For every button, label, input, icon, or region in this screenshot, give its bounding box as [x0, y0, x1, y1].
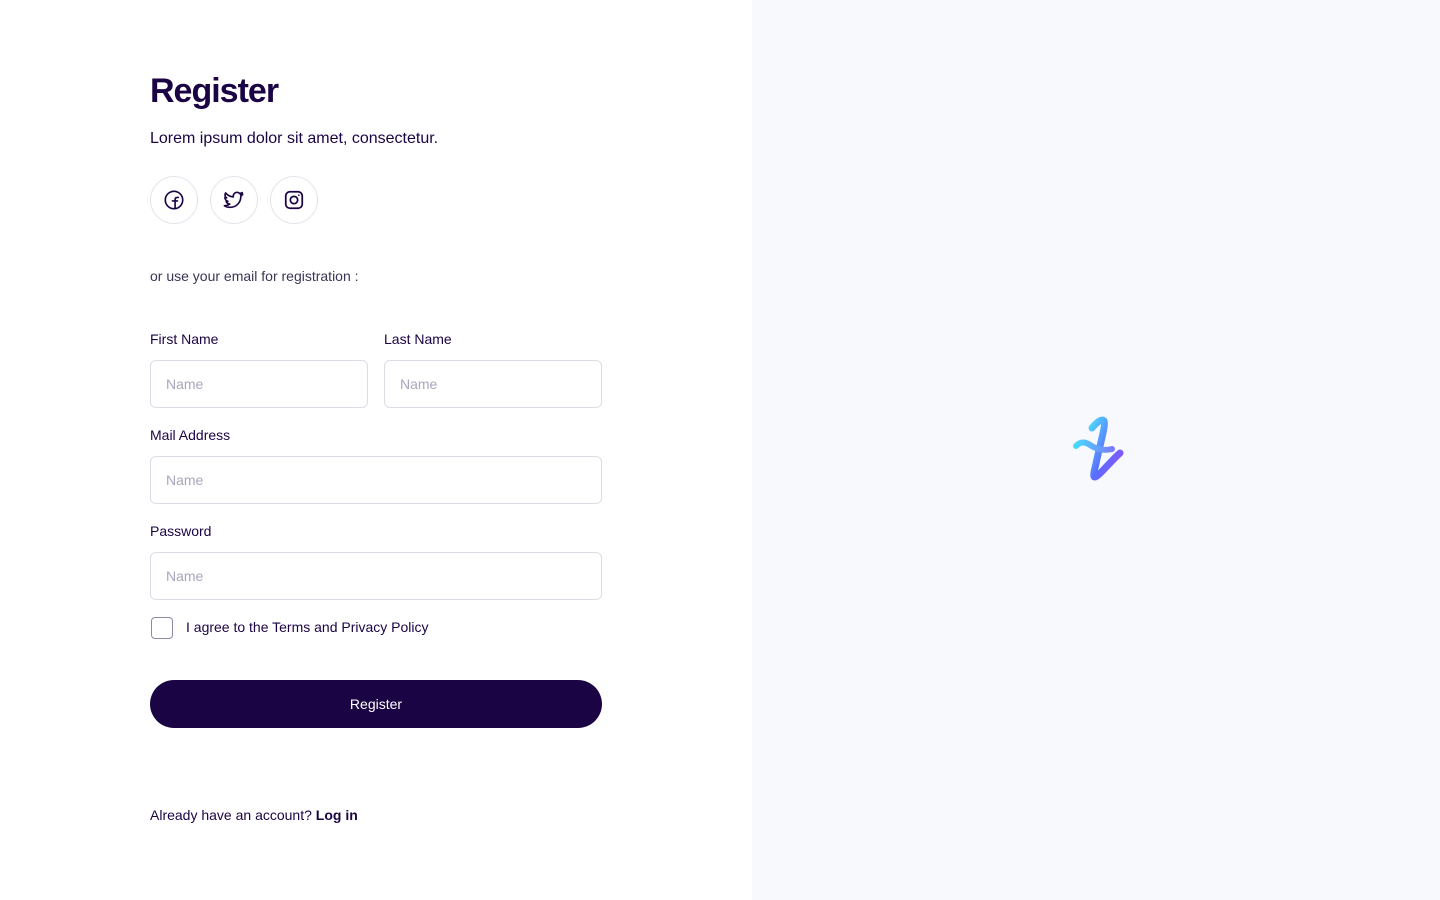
email-label: Mail Address [150, 427, 231, 443]
facebook-login-button[interactable] [150, 176, 198, 224]
brand-logo-icon [1073, 416, 1124, 481]
email-divider-text: or use your email for registration : [150, 268, 359, 284]
twitter-icon [223, 191, 244, 209]
password-input[interactable] [150, 552, 602, 600]
terms-label: I agree to the Terms and Privacy Policy [186, 619, 429, 635]
register-button[interactable]: Register [150, 680, 602, 728]
terms-checkbox[interactable] [151, 617, 173, 639]
instagram-icon [284, 190, 304, 210]
login-prompt-text: Already have an account? [150, 807, 312, 823]
social-login-row [150, 176, 318, 224]
last-name-label: Last Name [384, 331, 452, 347]
facebook-icon [164, 190, 184, 210]
last-name-input[interactable] [384, 360, 602, 408]
page-subtitle: Lorem ipsum dolor sit amet, consectetur. [150, 130, 439, 147]
login-link[interactable]: Log in [316, 807, 358, 823]
login-prompt: Already have an account? Log in [150, 807, 358, 823]
email-input[interactable] [150, 456, 602, 504]
form-panel: Register Lorem ipsum dolor sit amet, con… [0, 0, 752, 900]
first-name-input[interactable] [150, 360, 368, 408]
first-name-label: First Name [150, 331, 219, 347]
password-label: Password [150, 523, 212, 539]
twitter-login-button[interactable] [210, 176, 258, 224]
page-title: Register [150, 72, 279, 110]
instagram-login-button[interactable] [270, 176, 318, 224]
